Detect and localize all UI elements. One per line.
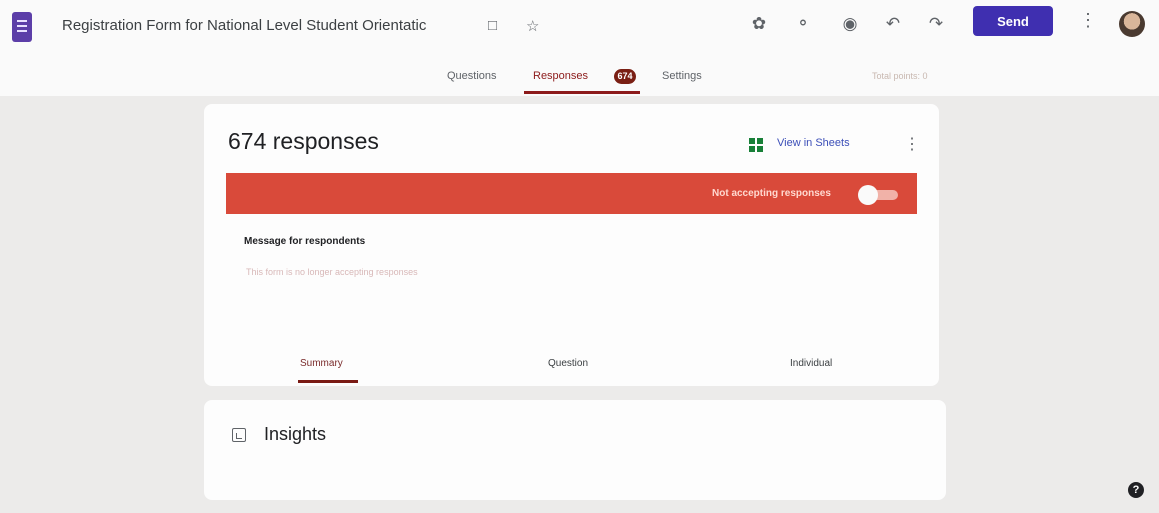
preview-icon[interactable]: ◉: [839, 14, 861, 34]
help-icon[interactable]: ?: [1128, 482, 1144, 498]
responses-card: 674 responses View in Sheets ⋮ Not accep…: [204, 104, 939, 386]
tab-summary[interactable]: Summary: [300, 358, 343, 369]
message-label: Message for respondents: [244, 236, 366, 247]
palette-icon[interactable]: ⚬: [792, 14, 814, 34]
insights-card: Insights: [204, 400, 946, 500]
sheets-icon[interactable]: [749, 138, 763, 152]
undo-icon[interactable]: ↶: [882, 14, 904, 34]
top-bar: Registration Form for National Level Stu…: [0, 0, 1159, 96]
tab-settings[interactable]: Settings: [662, 70, 702, 82]
message-field[interactable]: This form is no longer accepting respons…: [246, 267, 418, 277]
tab-questions[interactable]: Questions: [447, 70, 497, 82]
accepting-status-label: Not accepting responses: [712, 188, 831, 199]
not-accepting-banner: Not accepting responses: [226, 173, 917, 214]
responses-count: 674 responses: [228, 128, 379, 154]
view-in-sheets-link[interactable]: View in Sheets: [777, 137, 850, 149]
total-points: Total points: 0: [872, 71, 928, 81]
more-icon[interactable]: ⋮: [1079, 10, 1097, 31]
tab-individual[interactable]: Individual: [790, 358, 832, 369]
star-icon[interactable]: ☆: [526, 17, 539, 35]
card-more-icon[interactable]: ⋮: [904, 134, 920, 154]
toggle-knob[interactable]: [858, 185, 878, 205]
redo-icon[interactable]: ↷: [925, 14, 947, 34]
active-tab-indicator: [524, 91, 640, 94]
insights-icon: [232, 428, 246, 442]
summary-tab-indicator: [298, 380, 358, 383]
folder-icon[interactable]: □: [488, 17, 497, 34]
form-title[interactable]: Registration Form for National Level Stu…: [62, 17, 426, 34]
responses-count-badge: 674: [614, 69, 636, 84]
forms-icon[interactable]: [12, 12, 32, 42]
tab-question[interactable]: Question: [548, 358, 588, 369]
tab-responses[interactable]: Responses: [533, 70, 588, 82]
customize-theme-icon[interactable]: ✿: [748, 14, 770, 34]
insights-title: Insights: [264, 424, 327, 444]
send-button[interactable]: Send: [973, 6, 1053, 36]
avatar[interactable]: [1119, 11, 1145, 37]
